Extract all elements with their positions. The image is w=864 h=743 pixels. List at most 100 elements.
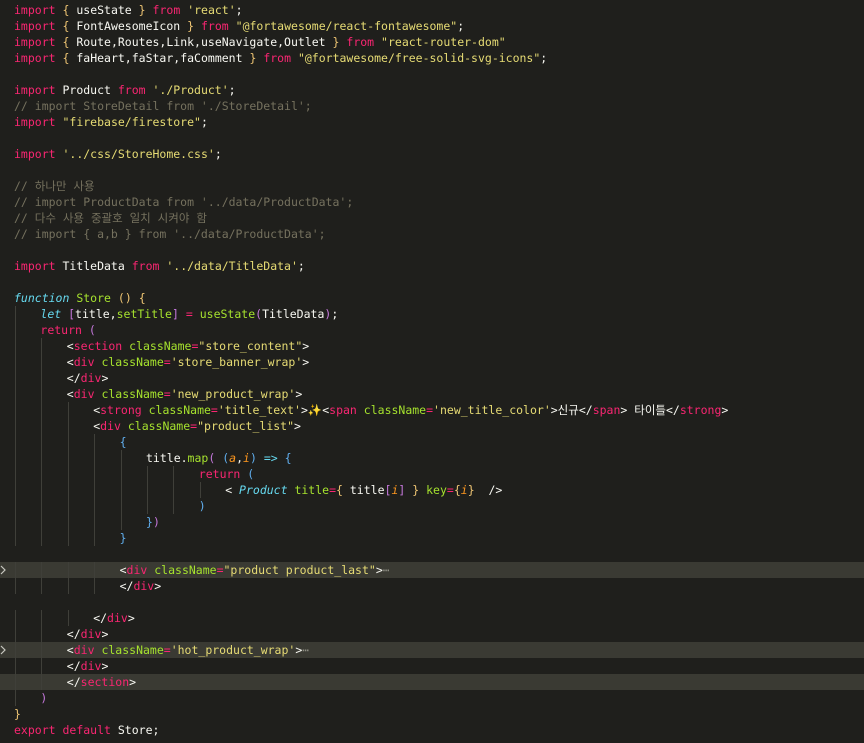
code-line[interactable]: import TitleData from '../data/TitleData…	[0, 258, 864, 274]
code-line[interactable]: let [title,setTitle] = useState(TitleDat…	[0, 306, 864, 322]
indent-guide	[15, 322, 16, 338]
code-line[interactable]: // 하나만 사용	[0, 178, 864, 194]
indent-guide	[94, 562, 96, 578]
fold-chevron-icon[interactable]	[0, 562, 8, 578]
indent-guide	[41, 338, 43, 354]
code-line[interactable]: import { useState } from 'react';	[0, 2, 864, 18]
code-line[interactable]: <strong className='title_text'>✨<span cl…	[0, 402, 864, 418]
code-text: <div className='new_product_wrap'>	[67, 386, 302, 402]
code-line[interactable]	[0, 274, 864, 290]
folded-ellipsis[interactable]: ⋯	[302, 643, 309, 657]
code-line[interactable]: </section>	[0, 674, 864, 690]
indent-guide	[15, 306, 16, 322]
code-line[interactable]: </div>	[0, 578, 864, 594]
code-line[interactable]: </div>	[0, 610, 864, 626]
code-line[interactable]: function Store () {	[0, 290, 864, 306]
code-line[interactable]: }	[0, 530, 864, 546]
indent-guide	[15, 658, 16, 674]
code-line[interactable]: )	[0, 690, 864, 706]
code-token: className	[127, 419, 191, 433]
code-line[interactable]: </div>	[0, 658, 864, 674]
code-line[interactable]	[0, 162, 864, 178]
code-text: </div>	[67, 658, 109, 674]
code-line[interactable]: </div>	[0, 370, 864, 386]
code-line[interactable]: import { faHeart,faStar,faComment } from…	[0, 50, 864, 66]
code-line[interactable]: export default Store;	[0, 722, 864, 738]
folded-ellipsis[interactable]: ⋯	[383, 563, 390, 577]
indent-guide	[15, 482, 16, 498]
code-token: span	[329, 403, 357, 417]
code-text: <div className='hot_product_wrap'>⋯	[67, 642, 309, 658]
code-line[interactable]: <div className='store_banner_wrap'>	[0, 354, 864, 370]
code-token: }	[467, 483, 475, 497]
code-line[interactable]: return (	[0, 466, 864, 482]
code-token: =	[446, 483, 454, 497]
code-token: title	[294, 483, 330, 497]
indent-guide	[67, 530, 69, 546]
code-token: section	[80, 675, 130, 689]
code-line[interactable]: // 다수 사용 중괄호 일치 시켜야 함	[0, 210, 864, 226]
code-token: {	[453, 483, 461, 497]
code-token: key	[426, 483, 447, 497]
code-token: '../data/TitleData'	[166, 259, 298, 273]
code-line[interactable]: <div className="product product_last">⋯	[0, 562, 864, 578]
code-token: className	[101, 387, 164, 401]
code-line[interactable]: {	[0, 434, 864, 450]
code-line[interactable]: import '../css/StoreHome.css';	[0, 146, 864, 162]
code-line[interactable]: }	[0, 706, 864, 722]
code-line[interactable]: // import { a,b } from '../data/ProductD…	[0, 226, 864, 242]
code-line[interactable]: import { Route,Routes,Link,useNavigate,O…	[0, 34, 864, 50]
code-text: )	[199, 498, 206, 514]
code-token: div	[73, 387, 95, 401]
code-line[interactable]: )	[0, 498, 864, 514]
code-line[interactable]: return (	[0, 322, 864, 338]
code-token: }	[138, 3, 146, 17]
code-text: import Product from './Product';	[14, 82, 236, 98]
code-line[interactable]: < Product title={ title[i] } key={i} />	[0, 482, 864, 498]
code-token: 'hot_product_wrap'	[170, 643, 296, 657]
indent-guide	[67, 562, 69, 578]
code-line[interactable]: <div className='new_product_wrap'>	[0, 386, 864, 402]
code-line[interactable]	[0, 242, 864, 258]
indent-guide	[41, 530, 43, 546]
code-line[interactable]	[0, 594, 864, 610]
code-line[interactable]	[0, 546, 864, 562]
code-line[interactable]: title.map( (a,i) => {	[0, 450, 864, 466]
code-token: ,	[236, 451, 244, 465]
code-token: strong	[100, 403, 142, 417]
code-token: div	[80, 371, 102, 385]
code-token: from	[201, 19, 229, 33]
code-token: div	[73, 643, 95, 657]
code-line[interactable]: import "firebase/firestore";	[0, 114, 864, 130]
indent-guide	[15, 610, 16, 626]
code-line[interactable]: import { FontAwesomeIcon } from "@fortaw…	[0, 18, 864, 34]
code-token: }	[146, 515, 153, 529]
code-token: let	[40, 307, 62, 321]
code-token: ;	[457, 19, 465, 33]
code-line[interactable]: <div className="product_list">	[0, 418, 864, 434]
code-token: default	[62, 723, 111, 737]
code-token: </	[66, 371, 81, 385]
code-line[interactable]	[0, 66, 864, 82]
code-line[interactable]: <div className='hot_product_wrap'>⋯	[0, 642, 864, 658]
code-editor[interactable]: import { useState } from 'react'; import …	[0, 0, 864, 743]
code-token: <	[66, 387, 74, 401]
code-token: <	[66, 355, 74, 369]
code-line[interactable]: import Product from './Product';	[0, 82, 864, 98]
fold-chevron-icon[interactable]	[0, 642, 8, 658]
code-token: "store_content"	[198, 339, 303, 353]
code-line[interactable]: <section className="store_content">	[0, 338, 864, 354]
code-line[interactable]: </div>	[0, 626, 864, 642]
code-line[interactable]: // import StoreDetail from './StoreDetai…	[0, 98, 864, 114]
code-token: div	[80, 627, 102, 641]
code-line[interactable]: })	[0, 514, 864, 530]
indent-guide	[120, 514, 122, 530]
code-token: </	[66, 675, 81, 689]
indent-guide	[94, 578, 96, 594]
code-token: ;	[331, 307, 339, 321]
code-line[interactable]	[0, 130, 864, 146]
code-line[interactable]: // import ProductData from '../data/Prod…	[0, 194, 864, 210]
